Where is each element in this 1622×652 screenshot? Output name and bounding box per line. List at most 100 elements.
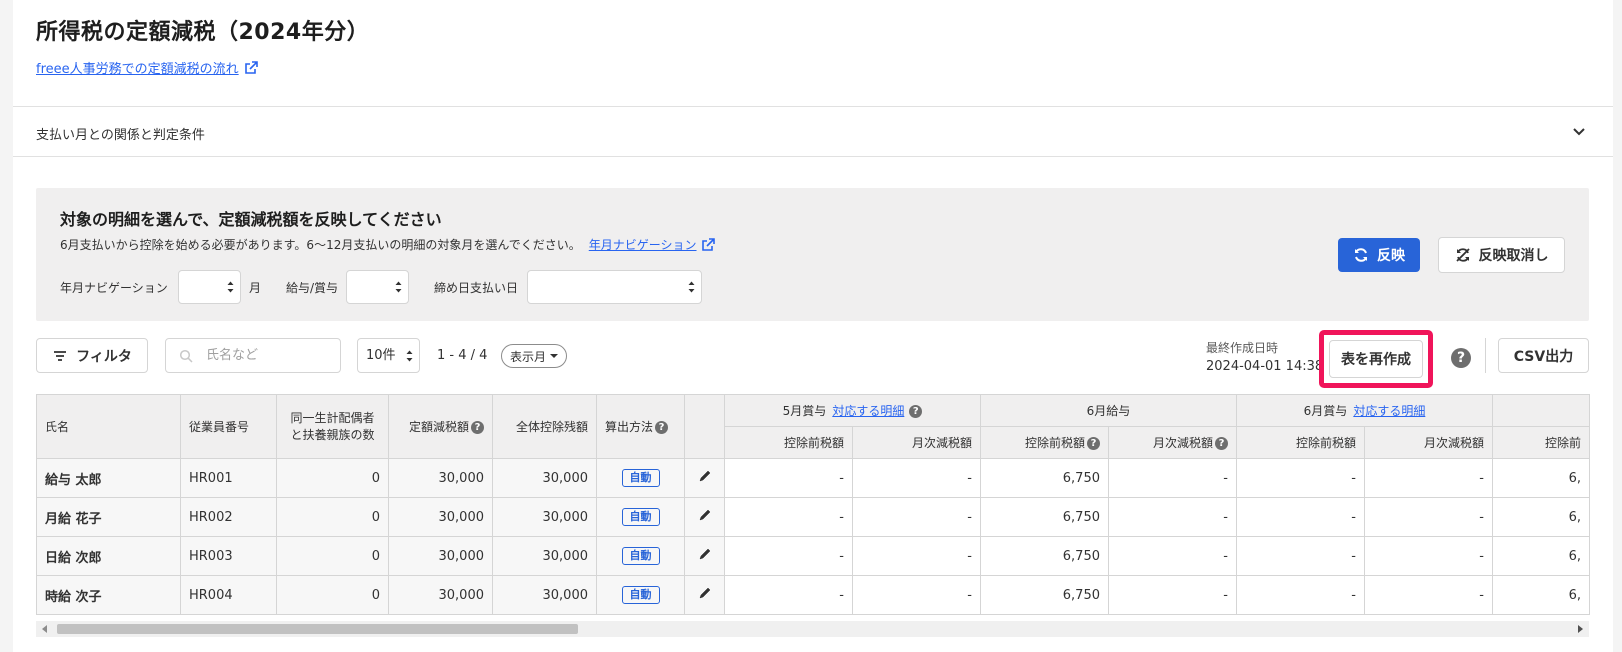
cell-june-bonus-pre: - xyxy=(1236,458,1365,498)
month-select[interactable] xyxy=(178,270,241,304)
header-name: 氏名 xyxy=(36,394,181,459)
table-row: 日給 次郎 HR003 0 30,000 30,000 自動 - - 6,750… xyxy=(36,536,1590,576)
csv-export-button[interactable]: CSV出力 xyxy=(1498,338,1589,373)
cell-next-pre: 6, xyxy=(1492,497,1590,537)
pay-type-select[interactable] xyxy=(346,270,409,304)
closing-date-select[interactable] xyxy=(527,270,702,304)
cell-may-pre: - xyxy=(724,536,853,576)
toolbar-divider xyxy=(1485,338,1486,373)
corresponding-detail-link[interactable]: 対応する明細 xyxy=(832,404,904,418)
csv-export-label: CSV出力 xyxy=(1513,348,1574,365)
cell-total-balance: 30,000 xyxy=(492,536,597,576)
per-page-select[interactable]: 10件 xyxy=(357,338,420,373)
cell-fixed-reduction: 30,000 xyxy=(388,497,493,537)
table-row: 時給 次子 HR004 0 30,000 30,000 自動 - - 6,750… xyxy=(36,575,1590,615)
cell-name: 給与 太郎 xyxy=(36,458,181,498)
nav-link[interactable]: 年月ナビゲーション xyxy=(589,236,716,253)
search-input[interactable]: 氏名など xyxy=(165,338,341,373)
header-group-next xyxy=(1492,394,1590,427)
pencil-icon[interactable] xyxy=(698,508,712,522)
cell-name: 月給 花子 xyxy=(36,497,181,537)
page: 所得税の定額減税（2024年分） freee人事労務での定額減税の流れ 支払い月… xyxy=(13,0,1613,652)
help-icon[interactable]: ? xyxy=(471,421,484,434)
pencil-icon[interactable] xyxy=(698,469,712,483)
filter-icon xyxy=(54,350,67,361)
search-placeholder: 氏名など xyxy=(206,348,259,363)
scroll-left-icon[interactable] xyxy=(42,625,47,633)
header-monthly-reduction: 月次減税額? xyxy=(1108,426,1237,459)
display-month-toggle[interactable]: 表示月 xyxy=(501,344,567,368)
horizontal-scrollbar[interactable] xyxy=(36,621,1589,637)
cell-next-pre: 6, xyxy=(1492,536,1590,576)
search-icon xyxy=(179,349,193,363)
cell-june-monthly: - xyxy=(1108,497,1237,537)
tax-table: 氏名 従業員番号 同一生計配偶者と扶養親族の数 定額減税額? 全体控除残額 算出… xyxy=(36,394,1590,615)
last-created-value: 2024-04-01 14:38 xyxy=(1206,359,1324,374)
help-icon[interactable]: ? xyxy=(1451,348,1471,368)
filter-button-label: フィルタ xyxy=(76,348,132,365)
external-link-icon xyxy=(701,237,715,251)
scrollbar-thumb[interactable] xyxy=(57,624,578,634)
cell-may-monthly: - xyxy=(852,497,981,537)
flow-link-label: freee人事労務での定額減税の流れ xyxy=(36,62,239,77)
help-icon[interactable]: ? xyxy=(1087,437,1100,450)
panel-heading: 対象の明細を選んで、定額減税額を反映してください xyxy=(60,210,442,229)
help-icon[interactable]: ? xyxy=(909,405,923,418)
select-arrows-icon xyxy=(688,281,695,293)
cancel-reflect-button[interactable]: 反映取消し xyxy=(1438,237,1565,273)
accordion-label[interactable]: 支払い月との関係と判定条件 xyxy=(36,124,205,143)
cell-method: 自動 xyxy=(596,536,685,576)
cell-june-monthly: - xyxy=(1108,536,1237,576)
cell-name: 時給 次子 xyxy=(36,575,181,615)
reflect-button[interactable]: 反映 xyxy=(1338,238,1420,272)
filter-button[interactable]: フィルタ xyxy=(36,338,148,373)
help-icon[interactable]: ? xyxy=(1215,437,1228,450)
cell-method: 自動 xyxy=(596,497,685,537)
nav-link-label: 年月ナビゲーション xyxy=(588,238,697,252)
cell-june-pre: 6,750 xyxy=(980,536,1109,576)
cell-june-bonus-monthly: - xyxy=(1364,536,1493,576)
chevron-down-icon[interactable] xyxy=(1571,124,1587,140)
header-fixed-reduction-label: 定額減税額 xyxy=(408,420,469,434)
cell-edit[interactable] xyxy=(684,497,725,537)
per-page-value: 10件 xyxy=(366,348,396,363)
cell-total-balance: 30,000 xyxy=(492,575,597,615)
cell-fixed-reduction: 30,000 xyxy=(388,536,493,576)
cell-june-monthly: - xyxy=(1108,575,1237,615)
select-arrows-icon xyxy=(395,281,402,293)
header-pre-deduction-cut: 控除前 xyxy=(1492,426,1590,459)
select-arrows-icon xyxy=(406,350,413,362)
cell-may-monthly: - xyxy=(852,575,981,615)
header-employee-no: 従業員番号 xyxy=(180,394,277,459)
cell-may-monthly: - xyxy=(852,536,981,576)
auto-badge: 自動 xyxy=(621,586,660,604)
external-link-icon xyxy=(244,60,258,74)
pencil-icon[interactable] xyxy=(698,586,712,600)
corresponding-detail-link[interactable]: 対応する明細 xyxy=(1353,404,1425,418)
cell-june-bonus-pre: - xyxy=(1236,536,1365,576)
cell-june-bonus-pre: - xyxy=(1236,497,1365,537)
cell-employee-no: HR004 xyxy=(180,575,277,615)
select-arrows-icon xyxy=(227,281,234,293)
cell-edit[interactable] xyxy=(684,575,725,615)
cell-edit[interactable] xyxy=(684,458,725,498)
flow-link[interactable]: freee人事労務での定額減税の流れ xyxy=(36,58,259,77)
cell-june-bonus-monthly: - xyxy=(1364,458,1493,498)
cell-dependents: 0 xyxy=(276,497,389,537)
cell-edit[interactable] xyxy=(684,536,725,576)
sync-icon xyxy=(1355,248,1367,262)
cell-june-pre: 6,750 xyxy=(980,458,1109,498)
cell-method: 自動 xyxy=(596,458,685,498)
help-icon[interactable]: ? xyxy=(655,421,669,434)
month-suffix: 月 xyxy=(249,281,262,295)
scroll-right-icon[interactable] xyxy=(1578,625,1583,633)
header-monthly-reduction: 月次減税額 xyxy=(852,426,981,459)
display-month-label: 表示月 xyxy=(509,349,546,364)
pencil-icon[interactable] xyxy=(698,547,712,561)
cell-may-monthly: - xyxy=(852,458,981,498)
header-fixed-reduction: 定額減税額? xyxy=(388,394,493,459)
header-monthly-reduction: 月次減税額 xyxy=(1364,426,1493,459)
cell-next-pre: 6, xyxy=(1492,458,1590,498)
group-may-bonus-label: 5月賞与 xyxy=(782,404,827,418)
cell-june-pre: 6,750 xyxy=(980,497,1109,537)
